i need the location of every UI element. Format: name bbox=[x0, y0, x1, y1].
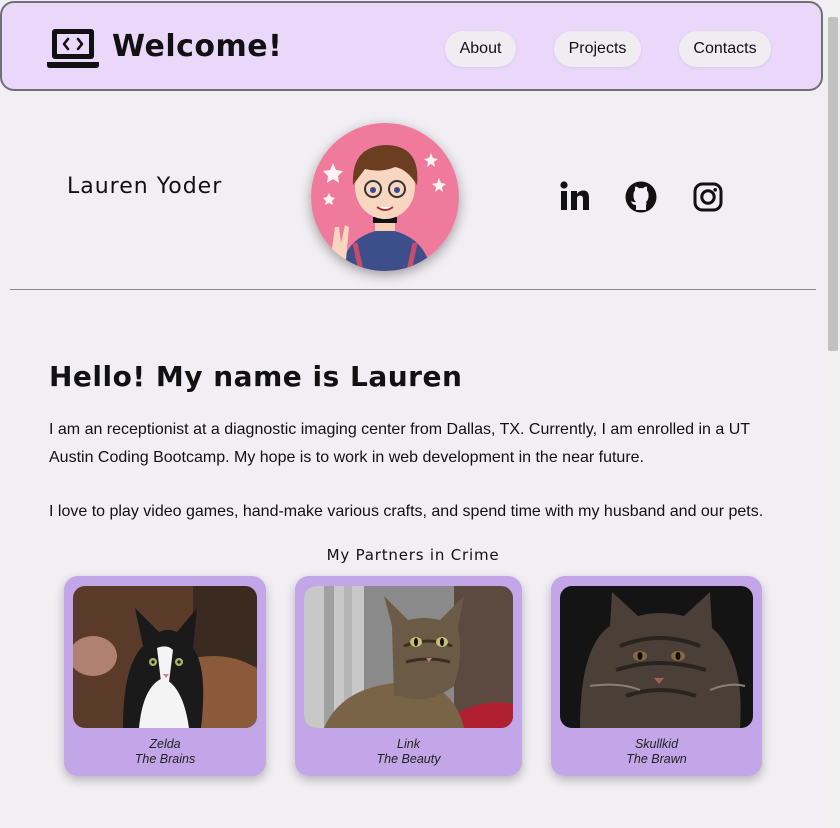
site-header: Welcome! About Projects Contacts bbox=[0, 1, 823, 91]
pet-photo-skullkid bbox=[560, 586, 753, 728]
hello-heading: Hello! My name is Lauren bbox=[49, 360, 463, 393]
laptop-code-icon bbox=[47, 29, 99, 68]
pet-caption-zelda: Zelda The Brains bbox=[64, 737, 266, 767]
nav-projects-button[interactable]: Projects bbox=[554, 31, 641, 67]
instagram-icon[interactable] bbox=[691, 180, 725, 214]
nav-about-button[interactable]: About bbox=[445, 31, 516, 67]
pet-name: Zelda bbox=[149, 737, 181, 751]
pet-card-link: Link The Beauty bbox=[295, 576, 522, 776]
pet-photo-zelda bbox=[73, 586, 257, 728]
github-icon[interactable] bbox=[624, 180, 658, 214]
section-divider bbox=[10, 289, 816, 290]
pet-card-zelda: Zelda The Brains bbox=[64, 576, 266, 776]
nav-contacts-button[interactable]: Contacts bbox=[679, 31, 771, 67]
avatar-illustration bbox=[311, 123, 459, 271]
vertical-scrollbar[interactable] bbox=[826, 0, 840, 828]
pet-card-skullkid: Skullkid The Brawn bbox=[551, 576, 762, 776]
pet-title: The Brains bbox=[134, 752, 196, 766]
partners-heading: My Partners in Crime bbox=[326, 546, 500, 564]
pet-name: Skullkid bbox=[634, 737, 679, 751]
intro-paragraph: I am an receptionist at a diagnostic ima… bbox=[49, 421, 750, 466]
scrollbar-thumb[interactable] bbox=[828, 17, 838, 351]
pet-caption-link: Link The Beauty bbox=[295, 737, 522, 767]
site-title: Welcome! bbox=[112, 29, 283, 64]
profile-name: Lauren Yoder bbox=[67, 174, 223, 199]
avatar bbox=[311, 123, 459, 271]
pet-title: The Brawn bbox=[626, 752, 687, 766]
hobbies-paragraph: I love to play video games, hand-make va… bbox=[49, 503, 764, 520]
pet-photo-link bbox=[304, 586, 513, 728]
pet-name: Link bbox=[397, 737, 420, 751]
page: Welcome! About Projects Contacts Lauren … bbox=[0, 0, 826, 828]
pet-title: The Beauty bbox=[376, 752, 441, 766]
pet-caption-skullkid: Skullkid The Brawn bbox=[551, 737, 762, 767]
linkedin-icon[interactable] bbox=[558, 180, 592, 214]
